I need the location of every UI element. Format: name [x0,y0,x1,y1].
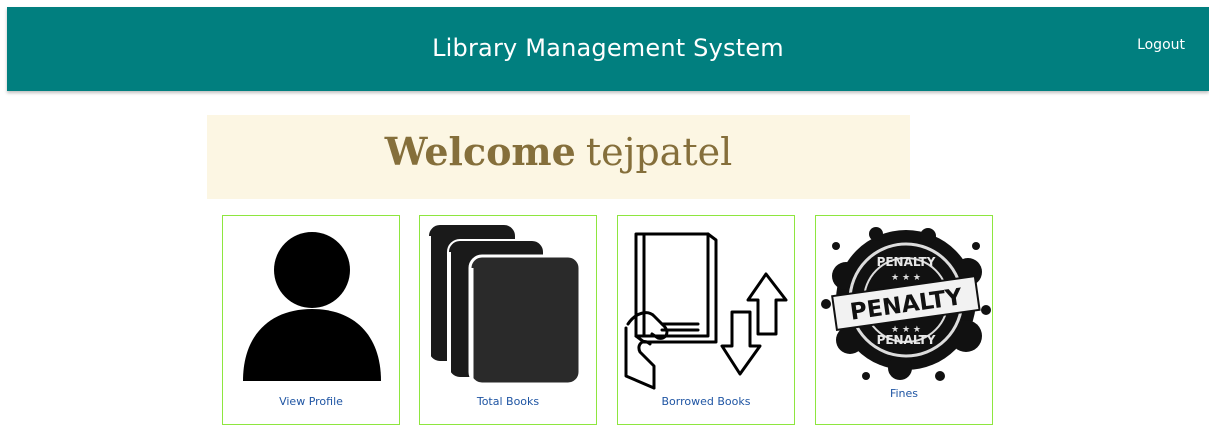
user-icon [243,232,381,381]
welcome-greeting: Welcome [384,129,576,174]
borrowed-books-label: Borrowed Books [661,395,751,408]
logout-link[interactable]: Logout [1137,37,1185,53]
borrow-book-icon [624,232,788,390]
fines-label: Fines [889,387,919,400]
total-books-card[interactable]: Total Books [419,215,597,425]
stamp-ring-top-text: PENALTY [877,255,936,269]
welcome-message: Welcome tejpatel [385,129,733,174]
fines-card[interactable]: PENALTY PENALTY PENALTY ★ ★ ★ ★ ★ ★ Fine… [815,215,993,425]
books-stack-icon [427,223,582,386]
svg-text:★ ★ ★: ★ ★ ★ [891,273,921,283]
welcome-username: tejpatel [585,130,733,174]
penalty-stamp-icon: PENALTY PENALTY PENALTY ★ ★ ★ ★ ★ ★ [821,227,991,381]
top-navbar: Library Management System Logout [7,7,1209,91]
view-profile-card[interactable]: View Profile [222,215,400,425]
total-books-label: Total Books [476,395,540,408]
welcome-banner: Welcome tejpatel [207,115,910,199]
borrowed-books-card[interactable]: Borrowed Books [617,215,795,425]
view-profile-label: View Profile [279,395,343,408]
svg-text:★ ★ ★: ★ ★ ★ [891,325,921,335]
stamp-ring-bottom-text: PENALTY [877,333,936,347]
app-title: Library Management System [432,34,784,62]
